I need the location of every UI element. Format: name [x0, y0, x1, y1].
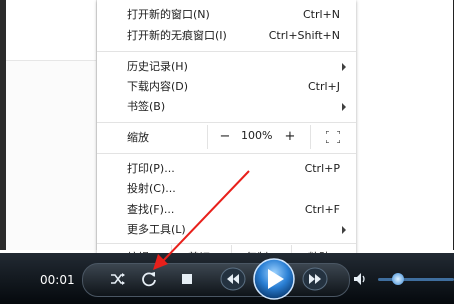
background-page-left — [0, 0, 97, 250]
volume-icon[interactable] — [352, 271, 368, 287]
page-header-area — [0, 0, 96, 61]
menu-item-bookmarks[interactable]: 书签(B) — [127, 97, 346, 117]
volume-slider-knob[interactable] — [392, 273, 404, 285]
menu-item-new-window[interactable]: 打开新的窗口(N) Ctrl+N — [127, 5, 346, 25]
submenu-arrow-icon — [342, 226, 346, 234]
menu-item-print[interactable]: 打印(P)... Ctrl+P — [127, 159, 346, 179]
play-icon[interactable] — [252, 257, 296, 301]
next-icon[interactable] — [302, 266, 328, 292]
menu-item-label: 历史记录(H) — [127, 60, 188, 73]
playback-time: 00:01 — [40, 273, 75, 287]
menu-item-label: 下载内容(D) — [127, 80, 189, 93]
zoom-label: 缩放 — [127, 131, 149, 144]
menu-item-downloads[interactable]: 下载内容(D) Ctrl+J — [127, 77, 346, 97]
repeat-icon[interactable] — [140, 270, 158, 288]
menu-item-label: 打开新的无痕窗口(I) — [127, 29, 227, 42]
menu-item-more-tools[interactable]: 更多工具(L) — [127, 220, 346, 240]
zoom-row: 缩放 − 100% + — [97, 125, 356, 150]
stop-icon[interactable] — [180, 272, 194, 286]
menu-item-history[interactable]: 历史记录(H) — [127, 57, 346, 77]
media-player-bar: 00:01 — [0, 253, 454, 304]
page-edge — [0, 0, 6, 250]
menu-separator — [97, 153, 356, 154]
menu-item-cast[interactable]: 投射(C)... — [127, 179, 346, 199]
menu-item-shortcut: Ctrl+N — [302, 8, 340, 21]
previous-icon[interactable] — [220, 266, 246, 292]
volume-slider-track[interactable] — [378, 278, 454, 281]
background-page-right — [356, 0, 454, 250]
shuffle-icon[interactable] — [110, 271, 126, 287]
menu-item-label: 打开新的窗口(N) — [127, 8, 210, 21]
submenu-arrow-icon — [342, 63, 346, 71]
menu-separator — [97, 243, 356, 244]
menu-item-shortcut: Ctrl+P — [304, 162, 340, 175]
zoom-in-button[interactable]: + — [280, 127, 300, 147]
menu-item-shortcut: Ctrl+J — [307, 80, 340, 93]
browser-main-menu: 打开新的窗口(N) Ctrl+N 打开新的无痕窗口(I) Ctrl+Shift+… — [97, 0, 356, 268]
menu-item-find[interactable]: 查找(F)... Ctrl+F — [127, 200, 346, 220]
menu-item-label: 更多工具(L) — [127, 223, 186, 236]
menu-separator — [97, 122, 356, 123]
menu-item-new-incognito-window[interactable]: 打开新的无痕窗口(I) Ctrl+Shift+N — [127, 26, 346, 46]
menu-item-shortcut: Ctrl+Shift+N — [268, 29, 340, 42]
submenu-arrow-icon — [342, 103, 346, 111]
zoom-out-button[interactable]: − — [215, 127, 235, 147]
menu-item-label: 打印(P)... — [127, 162, 175, 175]
menu-item-label: 投射(C)... — [127, 182, 176, 195]
menu-item-shortcut: Ctrl+F — [304, 203, 340, 216]
menu-separator — [97, 51, 356, 52]
zoom-level-value: 100% — [241, 129, 273, 142]
fullscreen-icon[interactable] — [326, 131, 340, 143]
menu-item-label: 查找(F)... — [127, 203, 175, 216]
menu-item-label: 书签(B) — [127, 100, 166, 113]
